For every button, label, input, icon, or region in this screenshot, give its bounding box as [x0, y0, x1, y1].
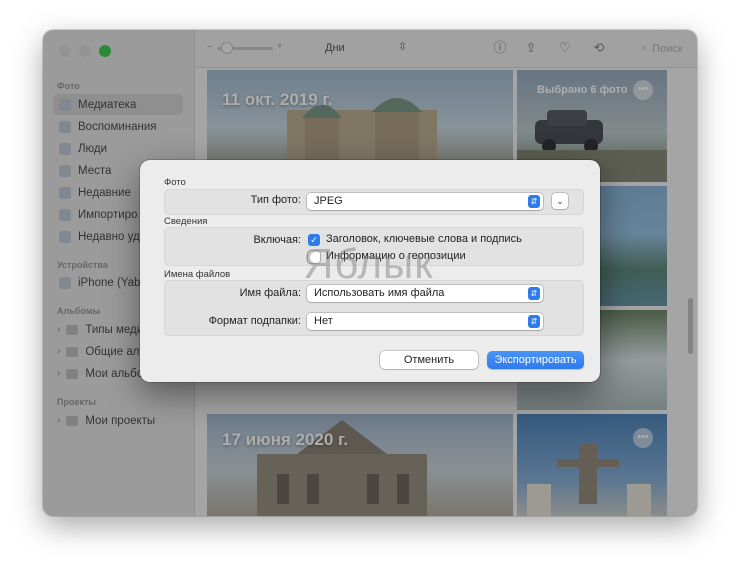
chevron-updown-icon: ⇵	[528, 287, 540, 300]
sidebar-item-label: Воспоминания	[78, 120, 157, 133]
search-field[interactable]: ⌕ Поиск	[641, 42, 683, 55]
include-label: Включая:	[253, 234, 301, 246]
sidebar-item-label: Люди	[78, 142, 108, 155]
photo-church[interactable]	[207, 70, 513, 166]
chevron-right-icon[interactable]: ›	[57, 368, 60, 379]
zoom-out-icon: −	[207, 42, 213, 53]
selection-count: Выбрано 6 фото	[537, 84, 628, 96]
filename-value: Использовать имя файла	[314, 287, 445, 299]
sidebar-item-label: Недавно уд	[78, 230, 140, 243]
chevron-right-icon[interactable]: ›	[57, 346, 60, 357]
chevron-updown-icon: ⇵	[528, 195, 540, 208]
folder-icon	[66, 368, 79, 379]
sidebar-section-projects: Проекты	[57, 397, 97, 407]
sidebar-item-people[interactable]: Люди	[53, 138, 183, 159]
search-placeholder: Поиск	[652, 42, 683, 55]
sidebar-item-label: Места	[78, 164, 112, 177]
folder-icon	[66, 324, 79, 335]
zoom-slider[interactable]	[217, 42, 273, 54]
chevron-down-icon[interactable]: ⌄	[552, 193, 568, 209]
chevron-right-icon[interactable]: ›	[57, 324, 60, 335]
zoom-slider-knob[interactable]	[221, 42, 233, 54]
recents-icon	[59, 186, 71, 199]
rotate-icon[interactable]: ⟲	[591, 40, 607, 56]
watermark: Яблык	[303, 240, 434, 287]
cancel-button[interactable]: Отменить	[380, 351, 478, 369]
library-icon	[59, 98, 71, 111]
folder-icon	[66, 346, 79, 357]
sidebar-item-label: iPhone (Yab	[78, 276, 141, 289]
share-icon[interactable]: ⇪	[523, 40, 539, 56]
date-label-2020: 17 июня 2020 г.	[222, 430, 349, 449]
info-icon[interactable]: ⓘ	[492, 40, 508, 56]
subfolder-label: Формат подпапки:	[208, 315, 301, 327]
export-button[interactable]: Экспортировать	[487, 351, 584, 369]
group-title-photo: Фото	[164, 177, 186, 188]
memories-icon	[59, 120, 71, 133]
subfolder-value: Нет	[314, 315, 333, 327]
chevron-updown-icon[interactable]: ⇳	[398, 40, 407, 53]
sidebar-section-photos: Фото	[57, 81, 80, 91]
zoom-window-button[interactable]	[99, 45, 111, 57]
filename-label: Имя файла:	[239, 287, 301, 299]
sidebar-item-label: Импортиро	[78, 208, 138, 221]
sidebar-item-label: Мои проекты	[85, 414, 156, 427]
trash-icon	[59, 230, 71, 243]
sidebar-item-label: Недавние	[78, 186, 131, 199]
church-silhouette	[287, 98, 437, 166]
sidebar-section-devices: Устройства	[57, 260, 108, 270]
group-title-info: Сведения	[164, 216, 208, 227]
subfolder-popup[interactable]: Нет ⇵	[307, 313, 543, 330]
sidebar-section-albums: Альбомы	[57, 306, 101, 316]
heart-icon[interactable]: ♡	[557, 40, 573, 56]
chevron-updown-icon: ⇵	[528, 315, 540, 328]
people-icon	[59, 142, 71, 155]
toolbar: − + Дни ⇳ ⓘ ⇪ ♡ ⟲ ⌕ Поиск	[195, 30, 697, 68]
imports-icon	[59, 208, 71, 221]
sidebar-item-library[interactable]: Медиатека	[53, 94, 183, 115]
sidebar-item-label: Медиатека	[78, 98, 137, 111]
group-title-filenames: Имена файлов	[164, 269, 231, 280]
photo-type-value: JPEG	[314, 195, 343, 207]
minimize-window-button[interactable]	[79, 45, 91, 57]
close-window-button[interactable]	[59, 45, 71, 57]
more-icon[interactable]: •••	[633, 428, 653, 448]
sidebar-item-memories[interactable]: Воспоминания	[53, 116, 183, 137]
photo-type-label: Тип фото:	[250, 194, 301, 206]
sidebar-item-my-projects[interactable]: › Мои проекты	[53, 410, 183, 431]
places-icon	[59, 164, 71, 177]
window-controls	[59, 45, 111, 57]
date-label-2019: 11 окт. 2019 г.	[222, 90, 333, 109]
chevron-right-icon[interactable]: ›	[57, 415, 60, 426]
phone-icon	[59, 276, 71, 289]
folder-icon	[66, 415, 79, 426]
more-icon[interactable]: •••	[633, 80, 653, 100]
search-icon: ⌕	[641, 42, 648, 54]
zoom-in-icon: +	[277, 41, 283, 52]
scrollbar[interactable]	[688, 298, 693, 354]
photo-type-popup[interactable]: JPEG ⇵	[307, 193, 543, 210]
view-mode-selector[interactable]: Дни	[325, 42, 345, 54]
